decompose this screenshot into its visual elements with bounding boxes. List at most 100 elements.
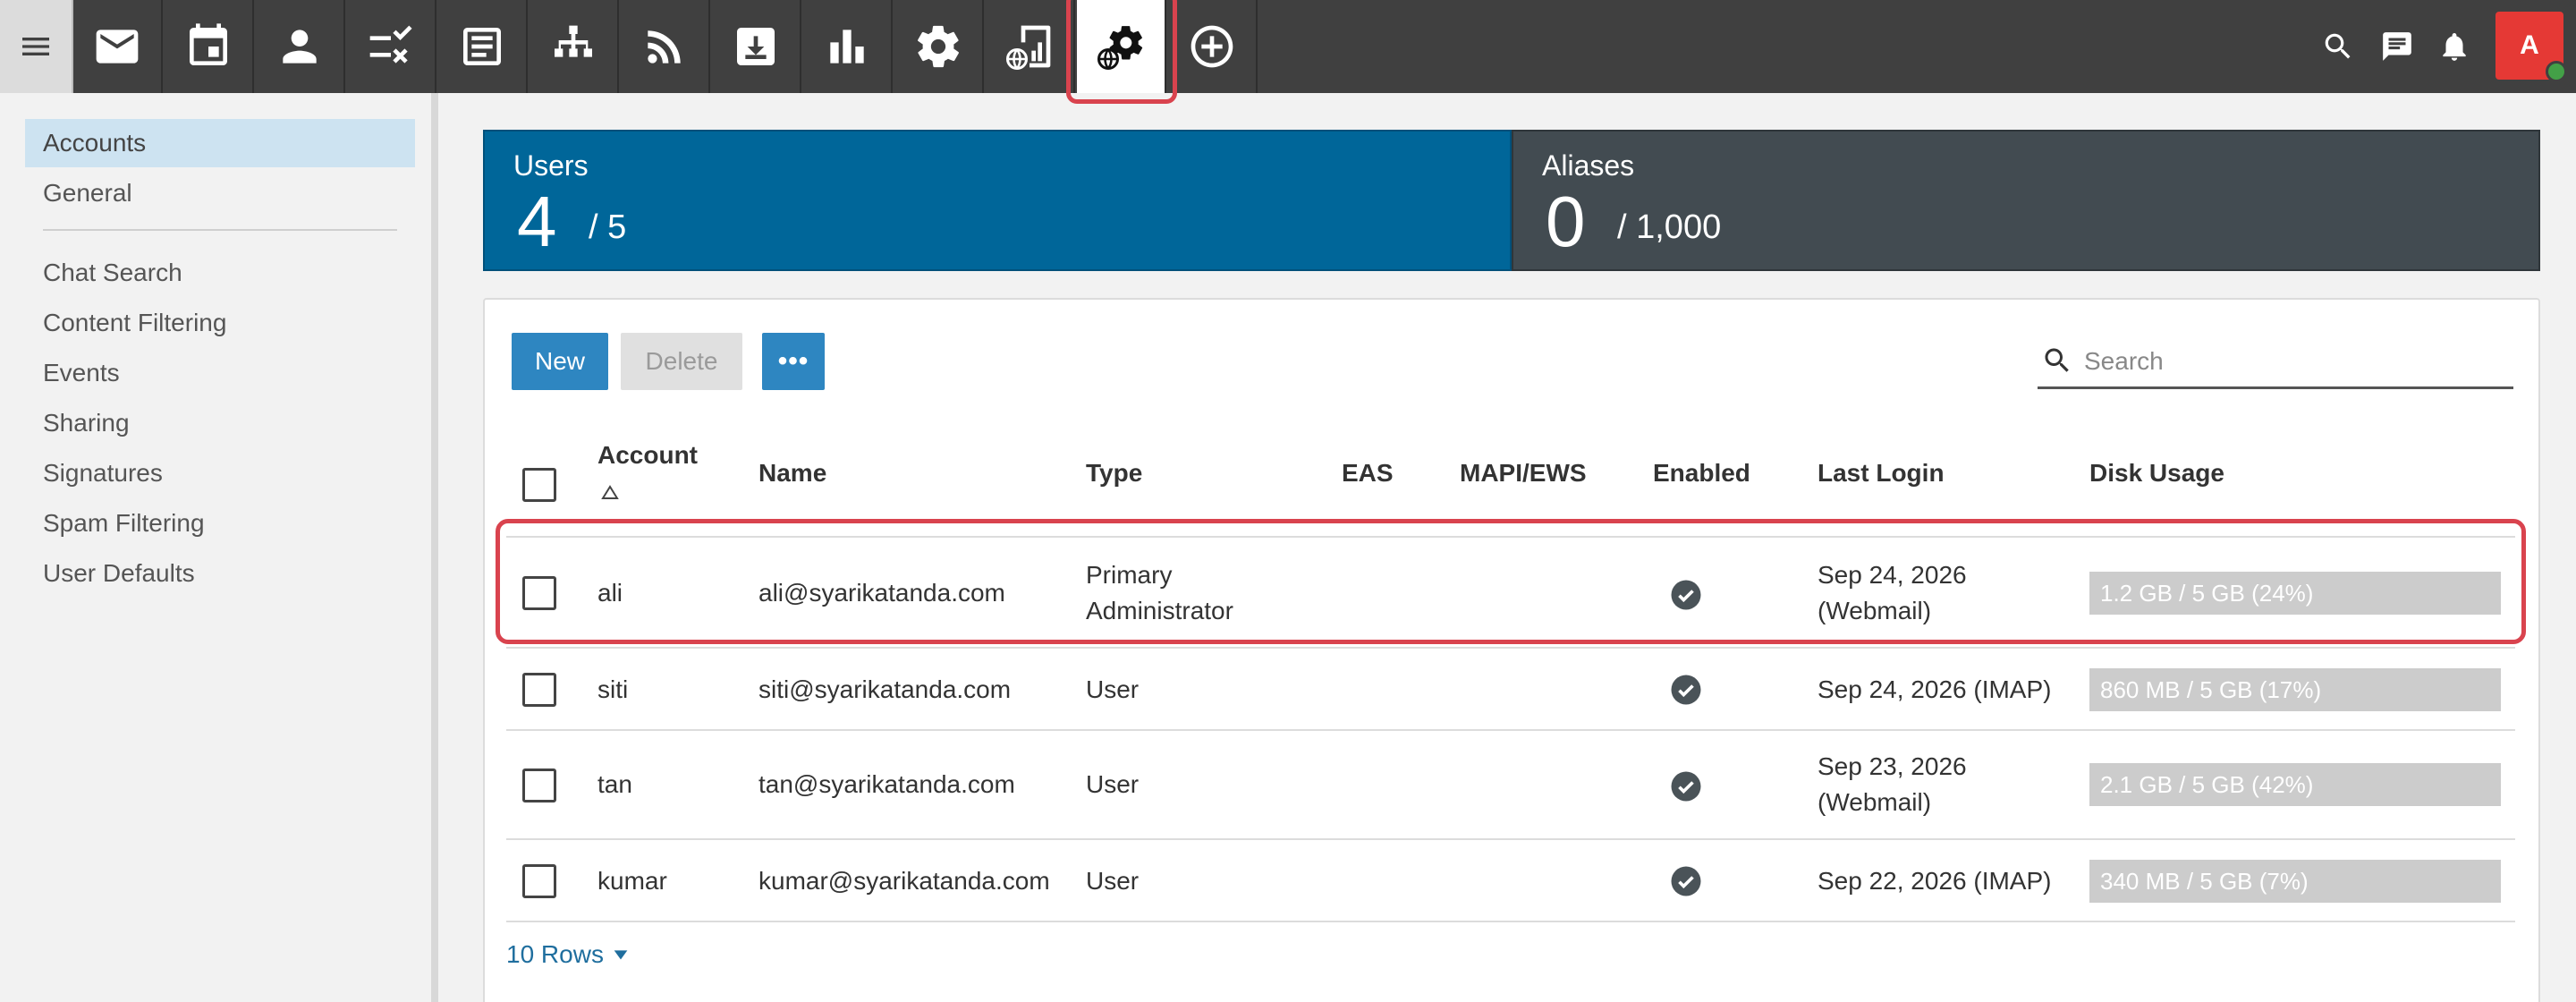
search-input[interactable] — [2084, 339, 2504, 384]
avatar-letter: A — [2520, 30, 2539, 60]
aliases-total: / 1,000 — [1617, 208, 1722, 246]
users-stat-card[interactable]: Users 4 / 5 — [483, 130, 1512, 271]
notes-icon — [463, 28, 501, 65]
account-cell: kumar — [597, 867, 667, 895]
calendar-app-button[interactable] — [165, 0, 254, 93]
disk-usage-bar: 2.1 GB / 5 GB (42%) — [2089, 763, 2501, 806]
add-app-button[interactable] — [1168, 0, 1258, 93]
disk-usage-bar: 860 MB / 5 GB (17%) — [2089, 668, 2501, 711]
email-cell: kumar@syarikatanda.com — [758, 867, 1050, 895]
chat-icon — [2383, 32, 2411, 61]
sidebar-item-spam-filtering[interactable]: Spam Filtering — [25, 499, 415, 548]
delete-button[interactable]: Delete — [621, 333, 742, 390]
column-account[interactable]: Account — [597, 441, 698, 470]
sort-ascending-icon[interactable] — [599, 482, 621, 508]
domain-reports-app-button[interactable] — [986, 0, 1075, 93]
sitemap-app-button[interactable] — [530, 0, 619, 93]
row-checkbox[interactable] — [522, 864, 556, 898]
disk-usage-bar: 340 MB / 5 GB (7%) — [2089, 860, 2501, 903]
column-name[interactable]: Name — [758, 459, 826, 488]
type-cell: User — [1086, 675, 1140, 703]
calendar-icon — [190, 23, 227, 65]
tasks-app-button[interactable] — [347, 0, 436, 93]
column-last-login[interactable]: Last Login — [1818, 459, 1945, 488]
settings-icon — [918, 25, 959, 68]
type-cell: User — [1086, 867, 1140, 895]
caret-down-icon — [614, 950, 628, 960]
sidebar-item-accounts[interactable]: Accounts — [25, 119, 415, 167]
aliases-count: 0 — [1546, 182, 1586, 261]
last-login-cell: Sep 24, 2026 (IMAP) — [1818, 675, 2052, 703]
last-login-cell: Sep 23, 2026 — [1818, 752, 1967, 780]
email-cell: siti@syarikatanda.com — [758, 675, 1012, 703]
accounts-panel: New Delete ••• Account Name Type EAS MAP… — [483, 298, 2540, 1002]
column-enabled[interactable]: Enabled — [1653, 459, 1750, 488]
users-label: Users — [513, 149, 589, 182]
rss-icon — [648, 30, 681, 64]
more-options-button[interactable]: ••• — [762, 333, 825, 390]
sidebar-item-user-defaults[interactable]: User Defaults — [25, 549, 415, 598]
users-total: / 5 — [589, 208, 627, 246]
rss-app-button[interactable] — [621, 0, 710, 93]
search-field[interactable] — [2038, 335, 2513, 389]
tasks-icon — [369, 25, 412, 64]
sitemap-icon — [555, 25, 592, 57]
search-icon — [2045, 348, 2069, 372]
table-row[interactable]: tan tan@syarikatanda.com User Sep 23, 20… — [506, 731, 2515, 840]
active-app-highlight — [1066, 0, 1177, 104]
domain-reports-icon — [1005, 25, 1051, 71]
sidebar-item-chat-search[interactable]: Chat Search — [25, 249, 415, 297]
hamburger-menu-button[interactable] — [0, 0, 73, 93]
enabled-check-icon — [1671, 675, 1701, 705]
table-row[interactable]: siti siti@syarikatanda.com User Sep 24, … — [506, 649, 2515, 731]
select-all-checkbox[interactable] — [522, 468, 556, 502]
sidebar-item-events[interactable]: Events — [25, 349, 415, 397]
sidebar: Accounts General Chat Search Content Fil… — [0, 93, 438, 1002]
users-count: 4 — [517, 182, 557, 261]
type-cell: User — [1086, 770, 1140, 798]
row-checkbox[interactable] — [522, 673, 556, 707]
sidebar-item-signatures[interactable]: Signatures — [25, 449, 415, 497]
chat-button[interactable] — [2370, 0, 2424, 93]
contacts-app-button[interactable] — [256, 0, 345, 93]
add-circle-icon — [1191, 25, 1233, 68]
last-login-cell-line2: (Webmail) — [1818, 788, 1932, 816]
column-eas[interactable]: EAS — [1342, 459, 1394, 488]
online-status-dot — [2546, 61, 2567, 82]
rows-per-page-select[interactable]: 10 Rows — [506, 940, 631, 969]
last-login-cell: Sep 22, 2026 (IMAP) — [1818, 867, 2052, 895]
row-checkbox[interactable] — [522, 768, 556, 802]
new-button[interactable]: New — [512, 333, 608, 390]
account-cell: tan — [597, 770, 632, 798]
contacts-icon — [283, 30, 317, 64]
aliases-label: Aliases — [1542, 149, 1635, 182]
mail-icon — [96, 30, 139, 64]
reports-app-button[interactable] — [803, 0, 893, 93]
enabled-check-icon — [1671, 771, 1701, 802]
rows-per-page-label: 10 Rows — [506, 940, 604, 968]
reports-icon — [830, 30, 864, 64]
email-cell: tan@syarikatanda.com — [758, 770, 1015, 798]
hamburger-icon — [22, 38, 49, 55]
archive-app-button[interactable] — [712, 0, 801, 93]
column-mapi-ews[interactable]: MAPI/EWS — [1460, 459, 1587, 488]
account-cell: siti — [597, 675, 629, 703]
sidebar-item-general[interactable]: General — [25, 169, 415, 217]
mail-app-button[interactable] — [73, 0, 163, 93]
top-bar: A — [0, 0, 2576, 93]
column-disk-usage[interactable]: Disk Usage — [2089, 459, 2224, 488]
notes-app-button[interactable] — [438, 0, 528, 93]
archive-icon — [737, 28, 775, 65]
aliases-stat-card[interactable]: Aliases 0 / 1,000 — [1512, 130, 2540, 271]
settings-app-button[interactable] — [894, 0, 984, 93]
search-button[interactable] — [2311, 0, 2365, 93]
table-row[interactable]: kumar kumar@syarikatanda.com User Sep 22… — [506, 840, 2515, 922]
column-type[interactable]: Type — [1086, 459, 1142, 488]
sidebar-item-content-filtering[interactable]: Content Filtering — [25, 299, 415, 347]
bell-icon — [2443, 32, 2466, 61]
enabled-check-icon — [1671, 866, 1701, 896]
selected-row-highlight — [496, 519, 2526, 644]
sidebar-item-sharing[interactable]: Sharing — [25, 399, 415, 447]
search-icon — [2325, 33, 2351, 59]
notifications-button[interactable] — [2428, 0, 2481, 93]
